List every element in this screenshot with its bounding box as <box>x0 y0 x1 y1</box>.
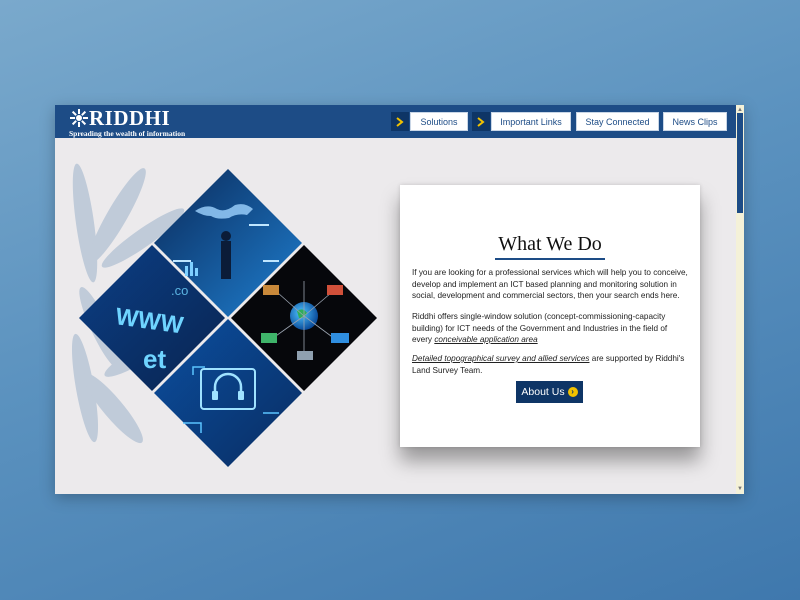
solution-paragraph: Riddhi offers single-window solution (co… <box>412 311 688 346</box>
about-us-label: About Us <box>521 386 565 398</box>
chevron-right-circle-icon: › <box>567 387 578 397</box>
riddhi-logo-icon <box>70 109 88 127</box>
conceivable-application-link[interactable]: conceivable application area <box>434 335 537 344</box>
logo-text: RIDDHI <box>89 106 171 130</box>
tile-text-net: et <box>143 344 166 374</box>
riddhi-logo[interactable]: RIDDHI Spreading the wealth of informati… <box>69 106 209 138</box>
what-we-do-card: What We Do If you are looking for a prof… <box>400 185 700 447</box>
nav-important-links[interactable]: Important Links <box>491 112 571 131</box>
nav-stay-connected[interactable]: Stay Connected <box>576 112 659 131</box>
nav-solutions[interactable]: Solutions <box>410 112 468 131</box>
scroll-down-arrow-icon[interactable]: ▼ <box>737 486 743 492</box>
vertical-scrollbar[interactable]: ▲ ▼ <box>736 105 744 494</box>
title-underline <box>495 258 605 260</box>
tile-text-com: .co <box>171 283 188 298</box>
scrollbar-thumb[interactable] <box>737 113 743 213</box>
survey-paragraph: Detailed topographical survey and allied… <box>412 353 688 376</box>
about-us-button[interactable]: About Us › <box>516 381 583 403</box>
logo-tagline: Spreading the wealth of information <box>69 129 186 138</box>
important-links-arrow-icon[interactable] <box>472 112 490 131</box>
ict-image-mosaic: WWW et .co <box>79 169 377 467</box>
intro-paragraph: If you are looking for a professional se… <box>412 268 688 300</box>
card-title: What We Do <box>498 233 602 255</box>
topographical-survey-link[interactable]: Detailed topographical survey and allied… <box>412 354 590 363</box>
site-header: RIDDHI Spreading the wealth of informati… <box>55 105 736 138</box>
browser-viewport: WWW et .co RIDDHI Spreading the wealth o… <box>55 105 744 494</box>
nav-news-clips[interactable]: News Clips <box>663 112 727 131</box>
solutions-arrow-icon[interactable] <box>391 112 409 131</box>
